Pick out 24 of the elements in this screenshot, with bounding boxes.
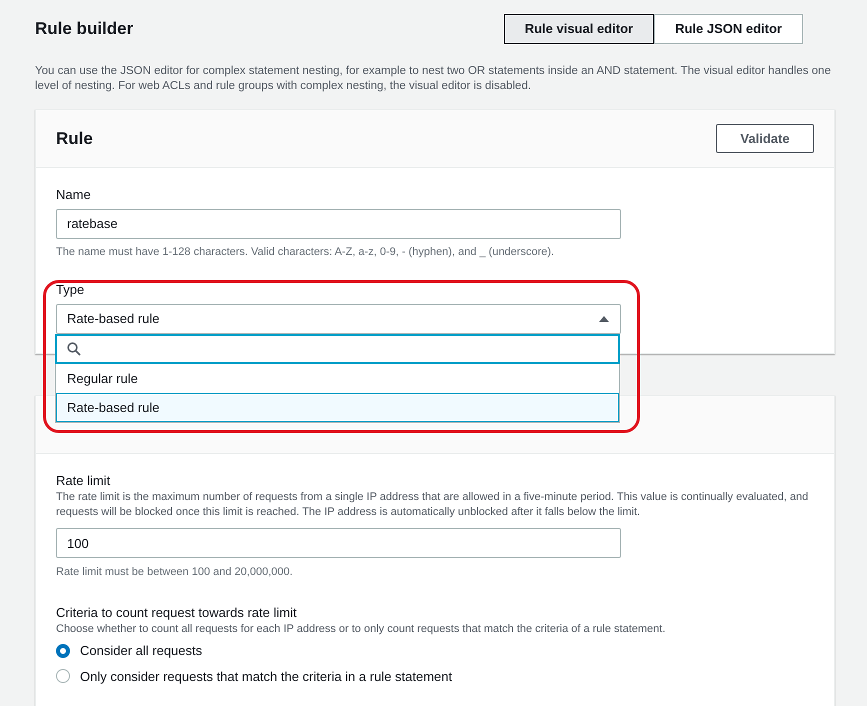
field-label: Type xyxy=(56,281,86,299)
field-description: The rate limit is the maximum number of requests from a single IP address that are allowed in a five-minute period. This value is continually evaluated, and requests will be blocked once this limit is reached. The IP address is automatically unblocked after it falls below the limit. xyxy=(56,490,810,520)
field-description: Choose whether to count all requests for each IP address or to only count requests that match the criteria of a rule statement. xyxy=(56,622,666,637)
validate-button[interactable]: Validate xyxy=(716,124,814,153)
search-icon xyxy=(67,342,81,356)
radio-option[interactable]: Only consider requests that match the criteria in a rule statement xyxy=(56,666,814,686)
card-title: Rule xyxy=(56,128,93,150)
dropdown-option[interactable]: Regular rule xyxy=(56,364,619,393)
search-field[interactable] xyxy=(55,334,620,364)
field-label: Criteria to count request towards rate limit xyxy=(56,604,298,622)
type-select[interactable]: Rate-based rule xyxy=(56,304,621,334)
field-hint: Rate limit must be between 100 and 20,000,000. xyxy=(56,565,294,580)
field-hint: The name must have 1-128 characters. Valid characters: A-Z, a-z, 0-9, - (hyphen), and _ (underscore). xyxy=(56,244,556,260)
editor-tab[interactable]: Rule JSON editor xyxy=(654,14,803,44)
radio-option[interactable]: Consider all requests xyxy=(56,641,814,660)
field-label: Name xyxy=(56,186,92,204)
editor-tab[interactable]: Rule visual editor xyxy=(504,14,654,44)
rate-limit-input[interactable]: 100 xyxy=(56,528,621,558)
dropdown-option[interactable]: Rate-based rule xyxy=(56,393,619,422)
description-text: You can use the JSON editor for complex statement nesting, for example to nest two OR statements inside an AND statement. The visual editor handles one level of nesting. For web ACLs and rule groups with complex nesting, the visual editor is disabled. xyxy=(35,64,832,94)
field-label: Rate limit xyxy=(56,472,112,490)
name-input[interactable]: ratebase xyxy=(56,208,621,238)
caret-icon xyxy=(598,314,610,322)
section-title: Rule builder xyxy=(35,18,134,40)
